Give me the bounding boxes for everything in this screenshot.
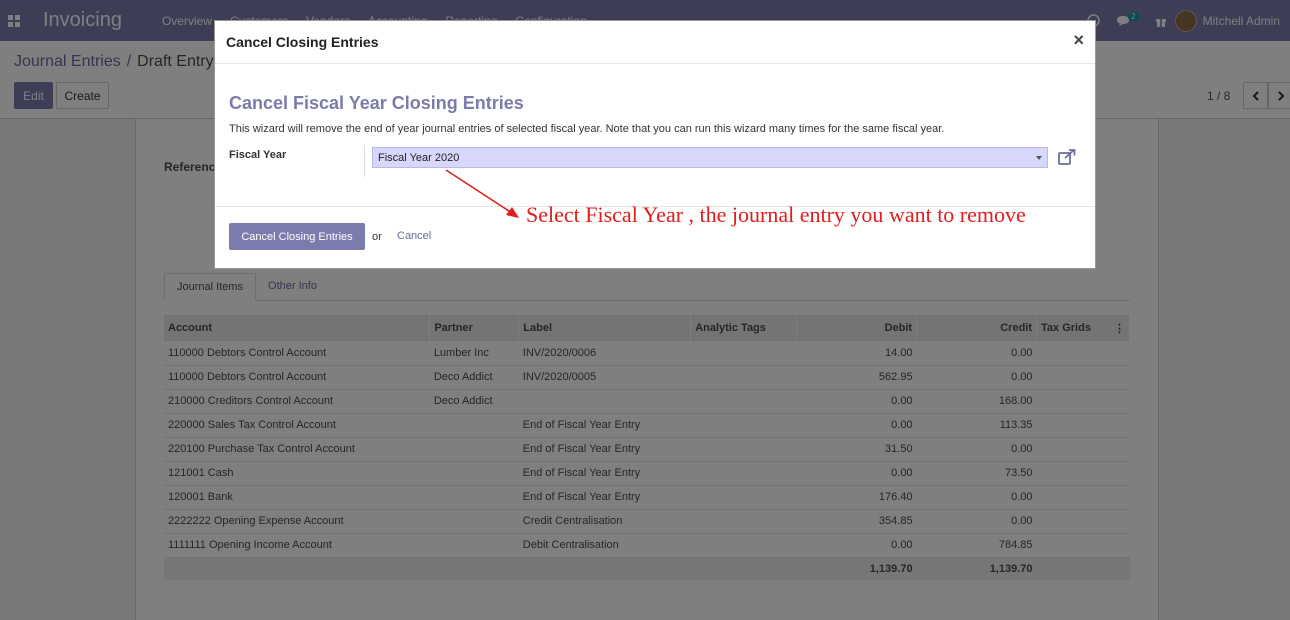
caret-down-icon bbox=[1036, 156, 1042, 160]
modal-header: Cancel Closing Entries bbox=[215, 21, 1095, 64]
external-link-icon[interactable] bbox=[1058, 149, 1076, 168]
field-divider bbox=[364, 145, 365, 177]
or-text: or bbox=[372, 231, 382, 243]
annotation-text: Select Fiscal Year , the journal entry y… bbox=[526, 202, 1026, 227]
modal-title: Cancel Closing Entries bbox=[226, 34, 379, 50]
wizard-title: Cancel Fiscal Year Closing Entries bbox=[229, 93, 524, 113]
cancel-closing-entries-dialog: Cancel Closing Entries × Cancel Fiscal Y… bbox=[214, 20, 1096, 269]
fiscal-year-value: Fiscal Year 2020 bbox=[378, 152, 460, 164]
fiscal-year-select[interactable]: Fiscal Year 2020 bbox=[372, 147, 1048, 168]
cancel-link[interactable]: Cancel bbox=[397, 230, 431, 242]
annotation-arrow bbox=[445, 169, 519, 218]
cancel-closing-entries-button[interactable]: Cancel Closing Entries bbox=[229, 223, 365, 250]
close-icon[interactable]: × bbox=[1073, 30, 1084, 51]
fiscal-year-label: Fiscal Year bbox=[229, 149, 287, 161]
wizard-description: This wizard will remove the end of year … bbox=[229, 123, 945, 135]
